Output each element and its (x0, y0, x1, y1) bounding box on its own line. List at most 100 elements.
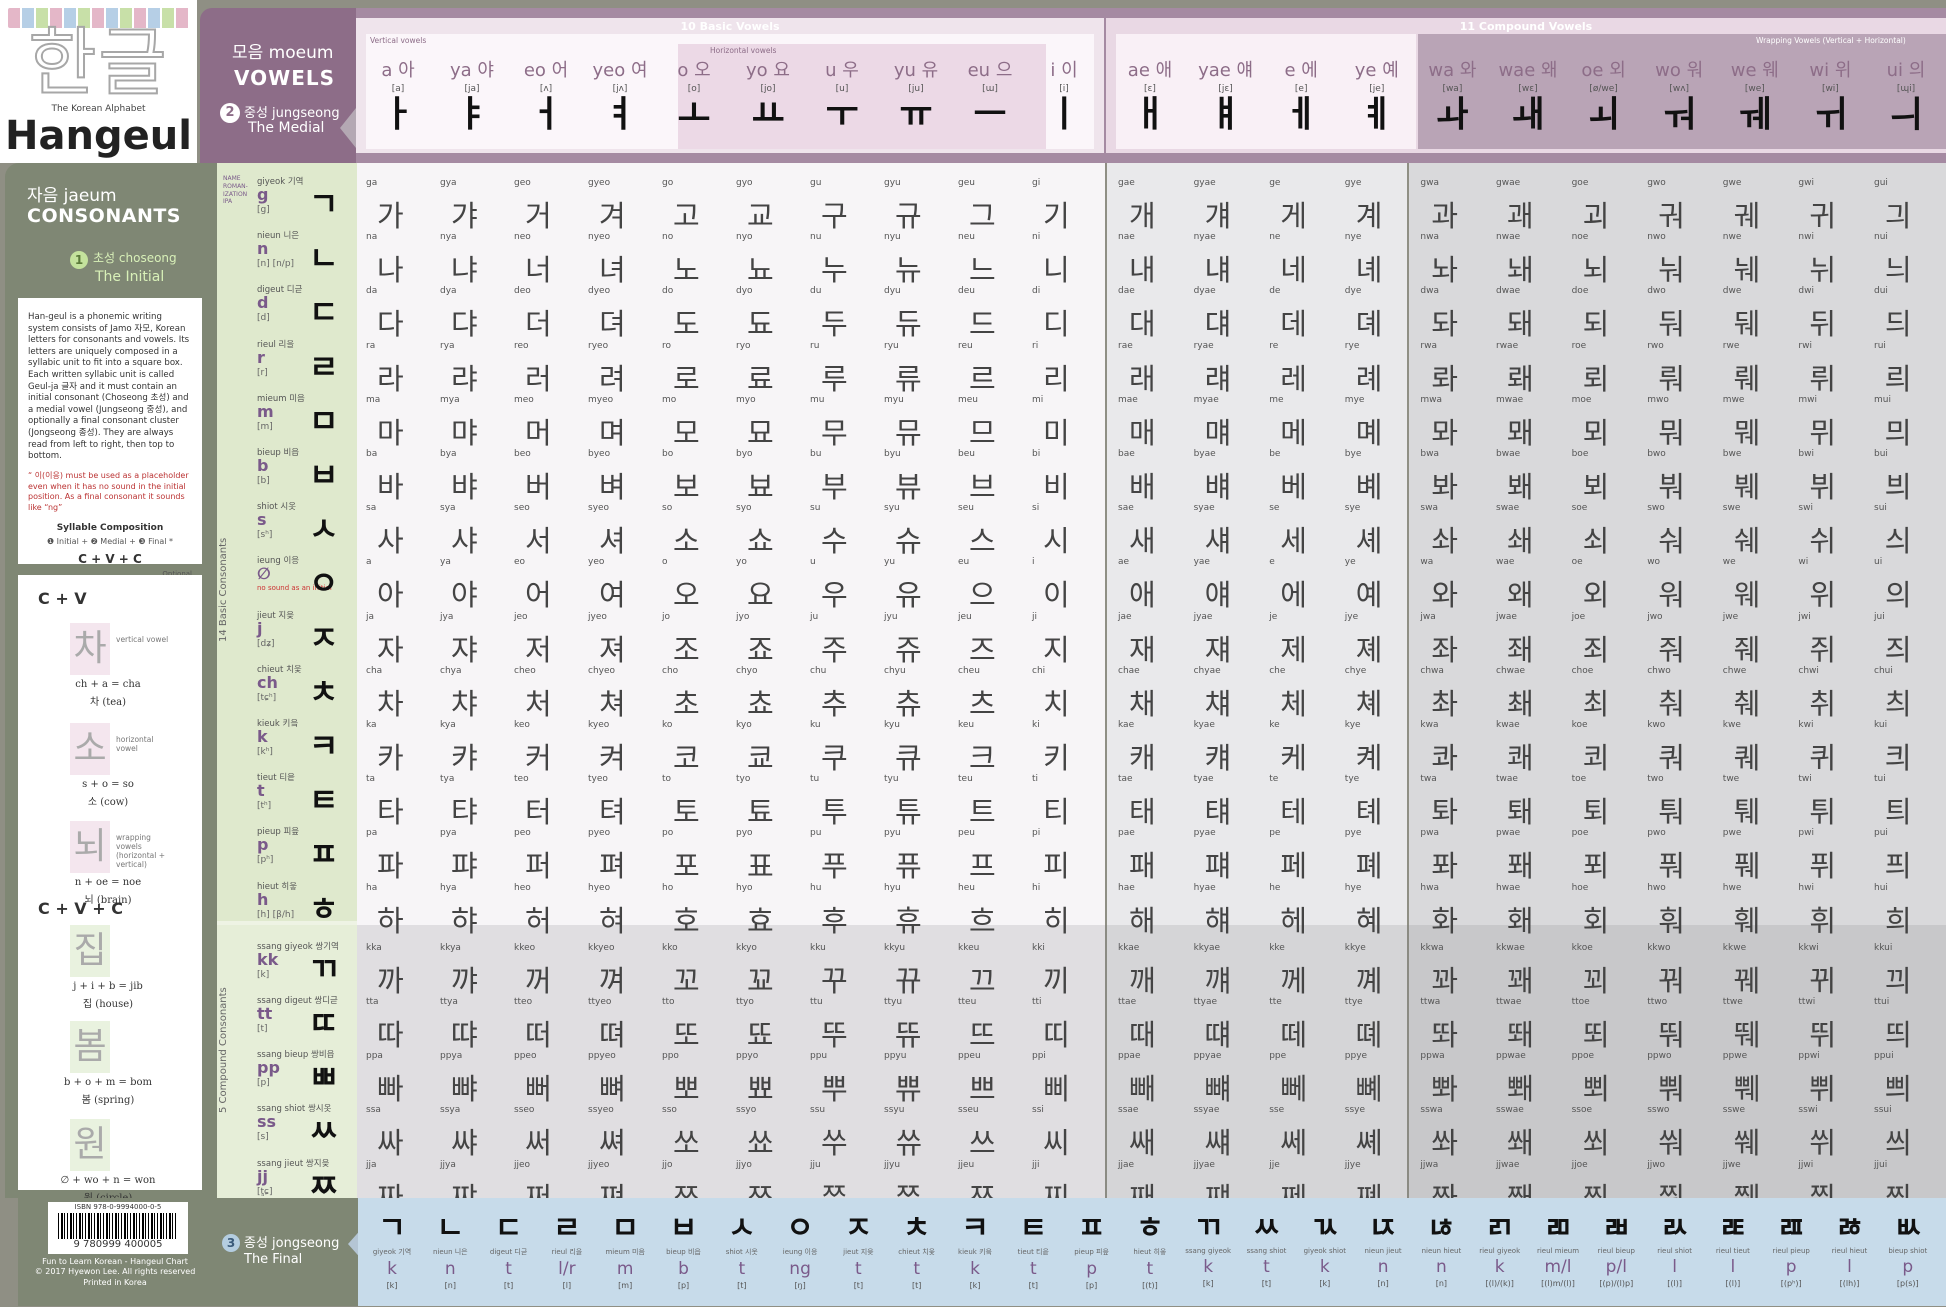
consonant-jamo: ㄲ (309, 949, 339, 988)
syllable-cell: chyo 쵸 (733, 663, 806, 721)
example-meaning: 봄 (spring) (81, 1095, 135, 1106)
syllable-cell: pwo 풔 (1644, 825, 1717, 883)
syllable-cell: swa 솨 (1417, 500, 1490, 558)
vowel-romanization: wo 워 (1655, 60, 1704, 81)
syllable-romanization: sswo (1647, 1105, 1670, 1116)
final-name: rieul tieut (1715, 1247, 1750, 1255)
syllable-cell: beu 브 (955, 446, 1028, 504)
final-jamo: ㄴ (436, 1211, 465, 1246)
syllable-cell: yae 얘 (1191, 554, 1264, 612)
syllable-cell: ru 루 (807, 338, 880, 396)
syllable-romanization: tti (1032, 997, 1042, 1007)
syllable-romanization: rye (1344, 340, 1360, 351)
syllable-cell: chwo 춰 (1644, 663, 1717, 721)
syllable-romanization: mae (1118, 394, 1138, 405)
syllable-cell: hwo 훠 (1644, 880, 1717, 938)
syllable-romanization: mwi (1798, 394, 1818, 405)
syllable-cell: ra 라 (363, 338, 436, 396)
syllable-cell: nyo 뇨 (733, 229, 806, 287)
syllable-cell: ro 로 (659, 338, 732, 396)
syllable-romanization: tte (1269, 997, 1282, 1007)
syllable-romanization: pwo (1647, 828, 1666, 839)
syllable-cell: pyu 퓨 (881, 825, 954, 883)
medial-label: The Medial (248, 120, 325, 136)
vowels-korean-title: 모음 moeum (232, 43, 334, 63)
vowel-romanization: oe 외 (1581, 60, 1626, 81)
syllable-cell: bwo 붜 (1644, 446, 1717, 504)
consonant-ipa: [t͈ɕ] (257, 1186, 273, 1197)
vowel-ipa: [ja] (464, 84, 480, 94)
syllable-cell: do 도 (659, 283, 732, 341)
syllable-romanization: kkwa (1420, 942, 1444, 953)
vowel-jamo: ㅛ (751, 94, 785, 135)
final-korean-label: 종성 jongseong (244, 1236, 340, 1251)
initial-consonant-row: kieuk 키읔 k [kʰ] ㅋ (217, 717, 357, 771)
syllable-romanization: geu (958, 178, 975, 188)
final-name: nieun 니은 (432, 1248, 468, 1256)
syllable-cell: ssye 쎼 (1342, 1102, 1415, 1160)
syllable-romanization: koe (1571, 720, 1588, 730)
syllable-romanization: swo (1647, 503, 1665, 514)
final-consonants-bar: ㄱ giyeok 기역 k [k] ㄴ nieun 니은 n [n] ㄷ digeut 디귿 t [t… (358, 1198, 1946, 1306)
syllable-romanization: soe (1571, 503, 1588, 514)
final-name: bieup 비읍 (666, 1248, 701, 1256)
syllable-glyph: 훼 (1733, 903, 1761, 938)
final-ipa: [p] (677, 1281, 690, 1290)
syllable-romanization: wa (1420, 557, 1434, 568)
final-ipa: [n] (1377, 1279, 1389, 1288)
composition-formula: C + V + C (78, 551, 142, 566)
final-consonant-cell: ㄼ rieul bieup p/l [(p)/(l)p] (1588, 1212, 1644, 1289)
syllable-cell: ppui 쁴 (1871, 1048, 1944, 1106)
syllable-romanization: roe (1571, 340, 1587, 351)
syllable-cell: ka 카 (363, 717, 436, 775)
vowel-jamo: ㅠ (899, 94, 933, 135)
syllable-romanization: ki (1032, 720, 1040, 730)
initial-number-badge: 1 (70, 251, 88, 269)
syllable-romanization: yeo (588, 557, 605, 568)
consonant-romanization: pp (257, 1058, 280, 1078)
syllable-cell: ttui 띄 (1871, 994, 1944, 1052)
syllable-romanization: do (662, 286, 674, 297)
syllable-romanization: tta (366, 997, 379, 1007)
syllable-romanization: byo (736, 449, 753, 459)
syllable-cell: rwae 뢔 (1493, 338, 1566, 396)
final-name: giyeok shiot (1303, 1247, 1347, 1255)
syllable-cell: jye 졔 (1342, 609, 1415, 667)
syllable-romanization: kyeo (588, 720, 610, 730)
syllable-cell: dya 댜 (437, 283, 510, 341)
final-jamo: ㅂ (669, 1211, 698, 1246)
consonant-ipa: [p] (257, 1078, 270, 1089)
syllable-romanization: sya (440, 503, 456, 514)
syllable-romanization: chyo (736, 665, 758, 676)
syllable-romanization: pwi (1798, 828, 1814, 839)
syllable-cell: mae 매 (1115, 392, 1188, 450)
final-ipa: [p(s)] (1896, 1279, 1919, 1288)
syllable-romanization: byu (884, 449, 901, 459)
syllable-cell: peo 퍼 (511, 825, 584, 883)
syllable-cell: jyo 죠 (733, 609, 806, 667)
syllable-romanization: ri (1032, 340, 1039, 351)
final-jamo: ㅅ (727, 1211, 756, 1246)
final-romanization: l/r (558, 1259, 576, 1279)
syllable-romanization: ji (1032, 611, 1038, 622)
syllable-cell: bye 볘 (1342, 446, 1415, 504)
vowel-ipa: [jo] (760, 84, 776, 94)
consonant-jamo: ㅂ (309, 456, 339, 494)
logo: 한글 The Korean Alphabet Hangeul (0, 0, 197, 163)
example-meaning: 소 (cow) (87, 797, 129, 808)
syllable-romanization: go (662, 178, 674, 188)
vowel-jamo: ㅙ (1511, 94, 1545, 135)
syllable-cell: jeu 즈 (955, 609, 1028, 667)
initial-consonants-column: NAME ROMAN- IZATION IPA giyeok 기역 g [g] ㄱ ni… (217, 163, 357, 1205)
vowel-jamo: ㅚ (1587, 94, 1621, 135)
syllable-romanization: gyae (1193, 178, 1216, 188)
vowel-bar: 10 Basic Vowels 11 Compound Vowels Verti… (356, 8, 1946, 163)
syllable-cell: si 시 (1029, 500, 1102, 558)
syllable-cell: ma 마 (363, 392, 436, 450)
syllable-romanization: kke (1269, 942, 1285, 953)
syllable-cell: tyu 튜 (881, 771, 954, 829)
vowel-cell: ye 예 [je] ㅖ (1341, 56, 1413, 136)
vowel-ipa: [wɛ] (1518, 84, 1538, 94)
syllable-romanization: ppyae (1193, 1051, 1222, 1062)
syllable-romanization: gwi (1798, 178, 1814, 188)
